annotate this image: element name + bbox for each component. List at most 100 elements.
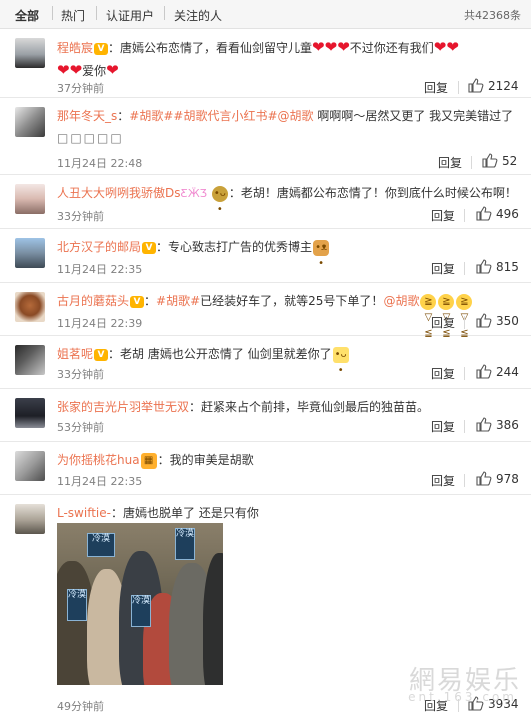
verified-badge-icon: V <box>94 348 109 361</box>
comment-time: 33分钟前 <box>57 210 104 223</box>
laugh-cry-emoji-icon: ≧▽≦ <box>420 293 437 339</box>
comment-item: 为你摇桃花hua ▦ ：我的审美是胡歌 11月24日 22:35 回复 978 <box>0 442 531 495</box>
reply-button[interactable]: 回复 <box>431 472 455 489</box>
comment-text: L-swiftie-：唐嫣也脱单了 还是只有你 <box>57 506 259 520</box>
divider <box>458 81 459 94</box>
tab-following[interactable]: 关注的人 <box>174 7 222 24</box>
sign-text: 冷漠 <box>131 595 151 627</box>
mention-link[interactable]: @胡歌 <box>383 294 419 308</box>
comment-content: 老胡 唐嫣也公开恋情了 仙剑里就差你了 <box>120 347 332 361</box>
comment-item: 程皓宸 V ：唐嫣公布恋情了，看看仙剑留守儿童❤❤❤不过你还有我们❤❤ ❤❤爱你❤ 3… <box>0 29 531 98</box>
filter-tab-bar: 全部 热门 认证用户 关注的人 共42368条 <box>0 0 531 29</box>
thumbs-up-icon <box>476 471 492 486</box>
tab-divider <box>164 6 165 20</box>
verified-badge-icon: V <box>142 241 157 254</box>
like-button[interactable]: 386 <box>476 417 528 433</box>
reply-button[interactable]: 回复 <box>431 207 455 224</box>
avatar[interactable] <box>15 184 45 214</box>
thumbs-up-icon <box>476 364 492 379</box>
thumbs-up-icon <box>476 206 492 221</box>
like-button[interactable]: 978 <box>476 471 528 487</box>
username[interactable]: 北方汉子的邮局 <box>57 240 141 254</box>
username[interactable]: L-swiftie- <box>57 506 111 520</box>
like-count: 52 <box>502 154 518 168</box>
like-button[interactable]: 496 <box>476 206 528 222</box>
laugh-cry-emoji-icon: ≧▽≦ <box>456 293 473 339</box>
reply-button[interactable]: 回复 <box>438 154 462 171</box>
hashtag-link[interactable]: #胡歌# <box>156 294 200 308</box>
avatar[interactable] <box>15 345 45 375</box>
comment-item: 姐茗呢 V ：老胡 唐嫣也公开恋情了 仙剑里就差你了 •ᴗ• 33分钟前 回复 244 <box>0 336 531 389</box>
username[interactable]: 人丑大大咧咧我骄傲Ds <box>57 186 181 200</box>
tab-verified[interactable]: 认证用户 <box>106 7 154 24</box>
reply-button[interactable]: 回复 <box>431 260 455 277</box>
comment-time: 53分钟前 <box>57 421 104 434</box>
tab-divider <box>52 6 53 20</box>
doge-emoji-icon: •ᴥ• <box>313 239 330 269</box>
comment-content-boxes: □□□□□ <box>57 131 124 145</box>
username[interactable]: 为你摇桃花hua <box>57 453 140 467</box>
divider <box>464 262 465 275</box>
like-button[interactable]: 52 <box>482 153 528 169</box>
like-count: 978 <box>496 472 519 486</box>
username[interactable]: 姐茗呢 <box>57 347 93 361</box>
like-count: 386 <box>496 418 519 432</box>
comment-content-end: 爱你 <box>82 64 107 78</box>
verified-badge-icon: V <box>94 42 109 55</box>
butterfly-icon: ƸӜƷ <box>180 187 208 200</box>
comment-text: 程皓宸 V ：唐嫣公布恋情了，看看仙剑留守儿童❤❤❤不过你还有我们❤❤ ❤❤爱你❤ <box>57 38 459 79</box>
avatar[interactable] <box>15 107 45 137</box>
avatar[interactable] <box>15 238 45 268</box>
comment-text: 姐茗呢 V ：老胡 唐嫣也公开恋情了 仙剑里就差你了 •ᴗ• <box>57 346 349 376</box>
comment-image[interactable]: 冷漠 冷漠 冷漠 冷漠 <box>57 523 223 685</box>
reply-button[interactable]: 回复 <box>431 365 455 382</box>
doge-emoji-icon: •ᴗ• <box>332 346 349 376</box>
divider <box>471 156 472 169</box>
reply-button[interactable]: 回复 <box>431 418 455 435</box>
thumbs-up-icon <box>476 417 492 432</box>
figure-shape <box>203 553 223 685</box>
reply-button[interactable]: 回复 <box>431 314 455 331</box>
divider <box>464 209 465 222</box>
thumbs-up-icon <box>476 313 492 328</box>
comment-time: 11月24日 22:48 <box>57 157 143 170</box>
popcorn-emoji-icon: ▦ <box>140 452 157 469</box>
tab-hot[interactable]: 热门 <box>61 7 85 24</box>
sign-text: 冷漠 <box>67 589 87 621</box>
comment-text: 人丑大大咧咧我骄傲DsƸӜƷ •ᴗ•：老胡！唐嫣都公布恋情了！你到底什么时候公布… <box>57 185 517 215</box>
username[interactable]: 那年冬天_s <box>57 109 117 123</box>
heart-emoji-icon: ❤ <box>312 38 325 56</box>
avatar[interactable] <box>15 504 45 534</box>
like-button[interactable]: 2124 <box>468 78 528 94</box>
username[interactable]: 张家的吉光片羽举世无双 <box>57 400 189 414</box>
tab-all[interactable]: 全部 <box>15 7 39 24</box>
username[interactable]: 古月的蘑菇头 <box>57 294 129 308</box>
comment-text: 那年冬天_s：#胡歌##胡歌代言小红书#@胡歌 啊啊啊～居然又更了 我又完美错过… <box>57 109 514 145</box>
comment-time: 11月24日 22:35 <box>57 475 143 488</box>
thumbs-up-icon <box>468 78 484 93</box>
like-count: 350 <box>496 314 519 328</box>
avatar[interactable] <box>15 38 45 68</box>
avatar[interactable] <box>15 292 45 322</box>
reply-button[interactable]: 回复 <box>424 79 448 96</box>
like-button[interactable]: 350 <box>476 313 528 329</box>
like-button[interactable]: 244 <box>476 364 528 380</box>
hashtag-link[interactable]: #胡歌##胡歌代言小红书#@胡歌 <box>129 109 313 123</box>
thumbs-up-icon <box>482 153 498 168</box>
like-button[interactable]: 815 <box>476 259 528 275</box>
verified-badge-icon: V <box>130 295 145 308</box>
sign-text: 冷漠 <box>175 528 195 560</box>
comment-text: 为你摇桃花hua ▦ ：我的审美是胡歌 <box>57 452 254 469</box>
sign-text: 冷漠 <box>87 533 115 557</box>
username[interactable]: 程皓宸 <box>57 41 93 55</box>
avatar[interactable] <box>15 398 45 428</box>
comment-content: 已经装好车了，就等25号下单了！ <box>200 294 384 308</box>
avatar[interactable] <box>15 451 45 481</box>
like-count: 2124 <box>488 79 519 93</box>
comment-item: 北方汉子的邮局 V ：专心致志打广告的优秀博主 •ᴥ• 11月24日 22:35 回复… <box>0 229 531 283</box>
comment-item: 古月的蘑菇头V：#胡歌#已经装好车了，就等25号下单了！@胡歌≧▽≦≧▽≦≧▽≦… <box>0 283 531 339</box>
divider <box>464 316 465 329</box>
comment-content: 专心致志打广告的优秀博主 <box>168 240 313 254</box>
comment-item: 人丑大大咧咧我骄傲DsƸӜƷ •ᴗ•：老胡！唐嫣都公布恋情了！你到底什么时候公布… <box>0 175 531 229</box>
like-count: 244 <box>496 365 519 379</box>
